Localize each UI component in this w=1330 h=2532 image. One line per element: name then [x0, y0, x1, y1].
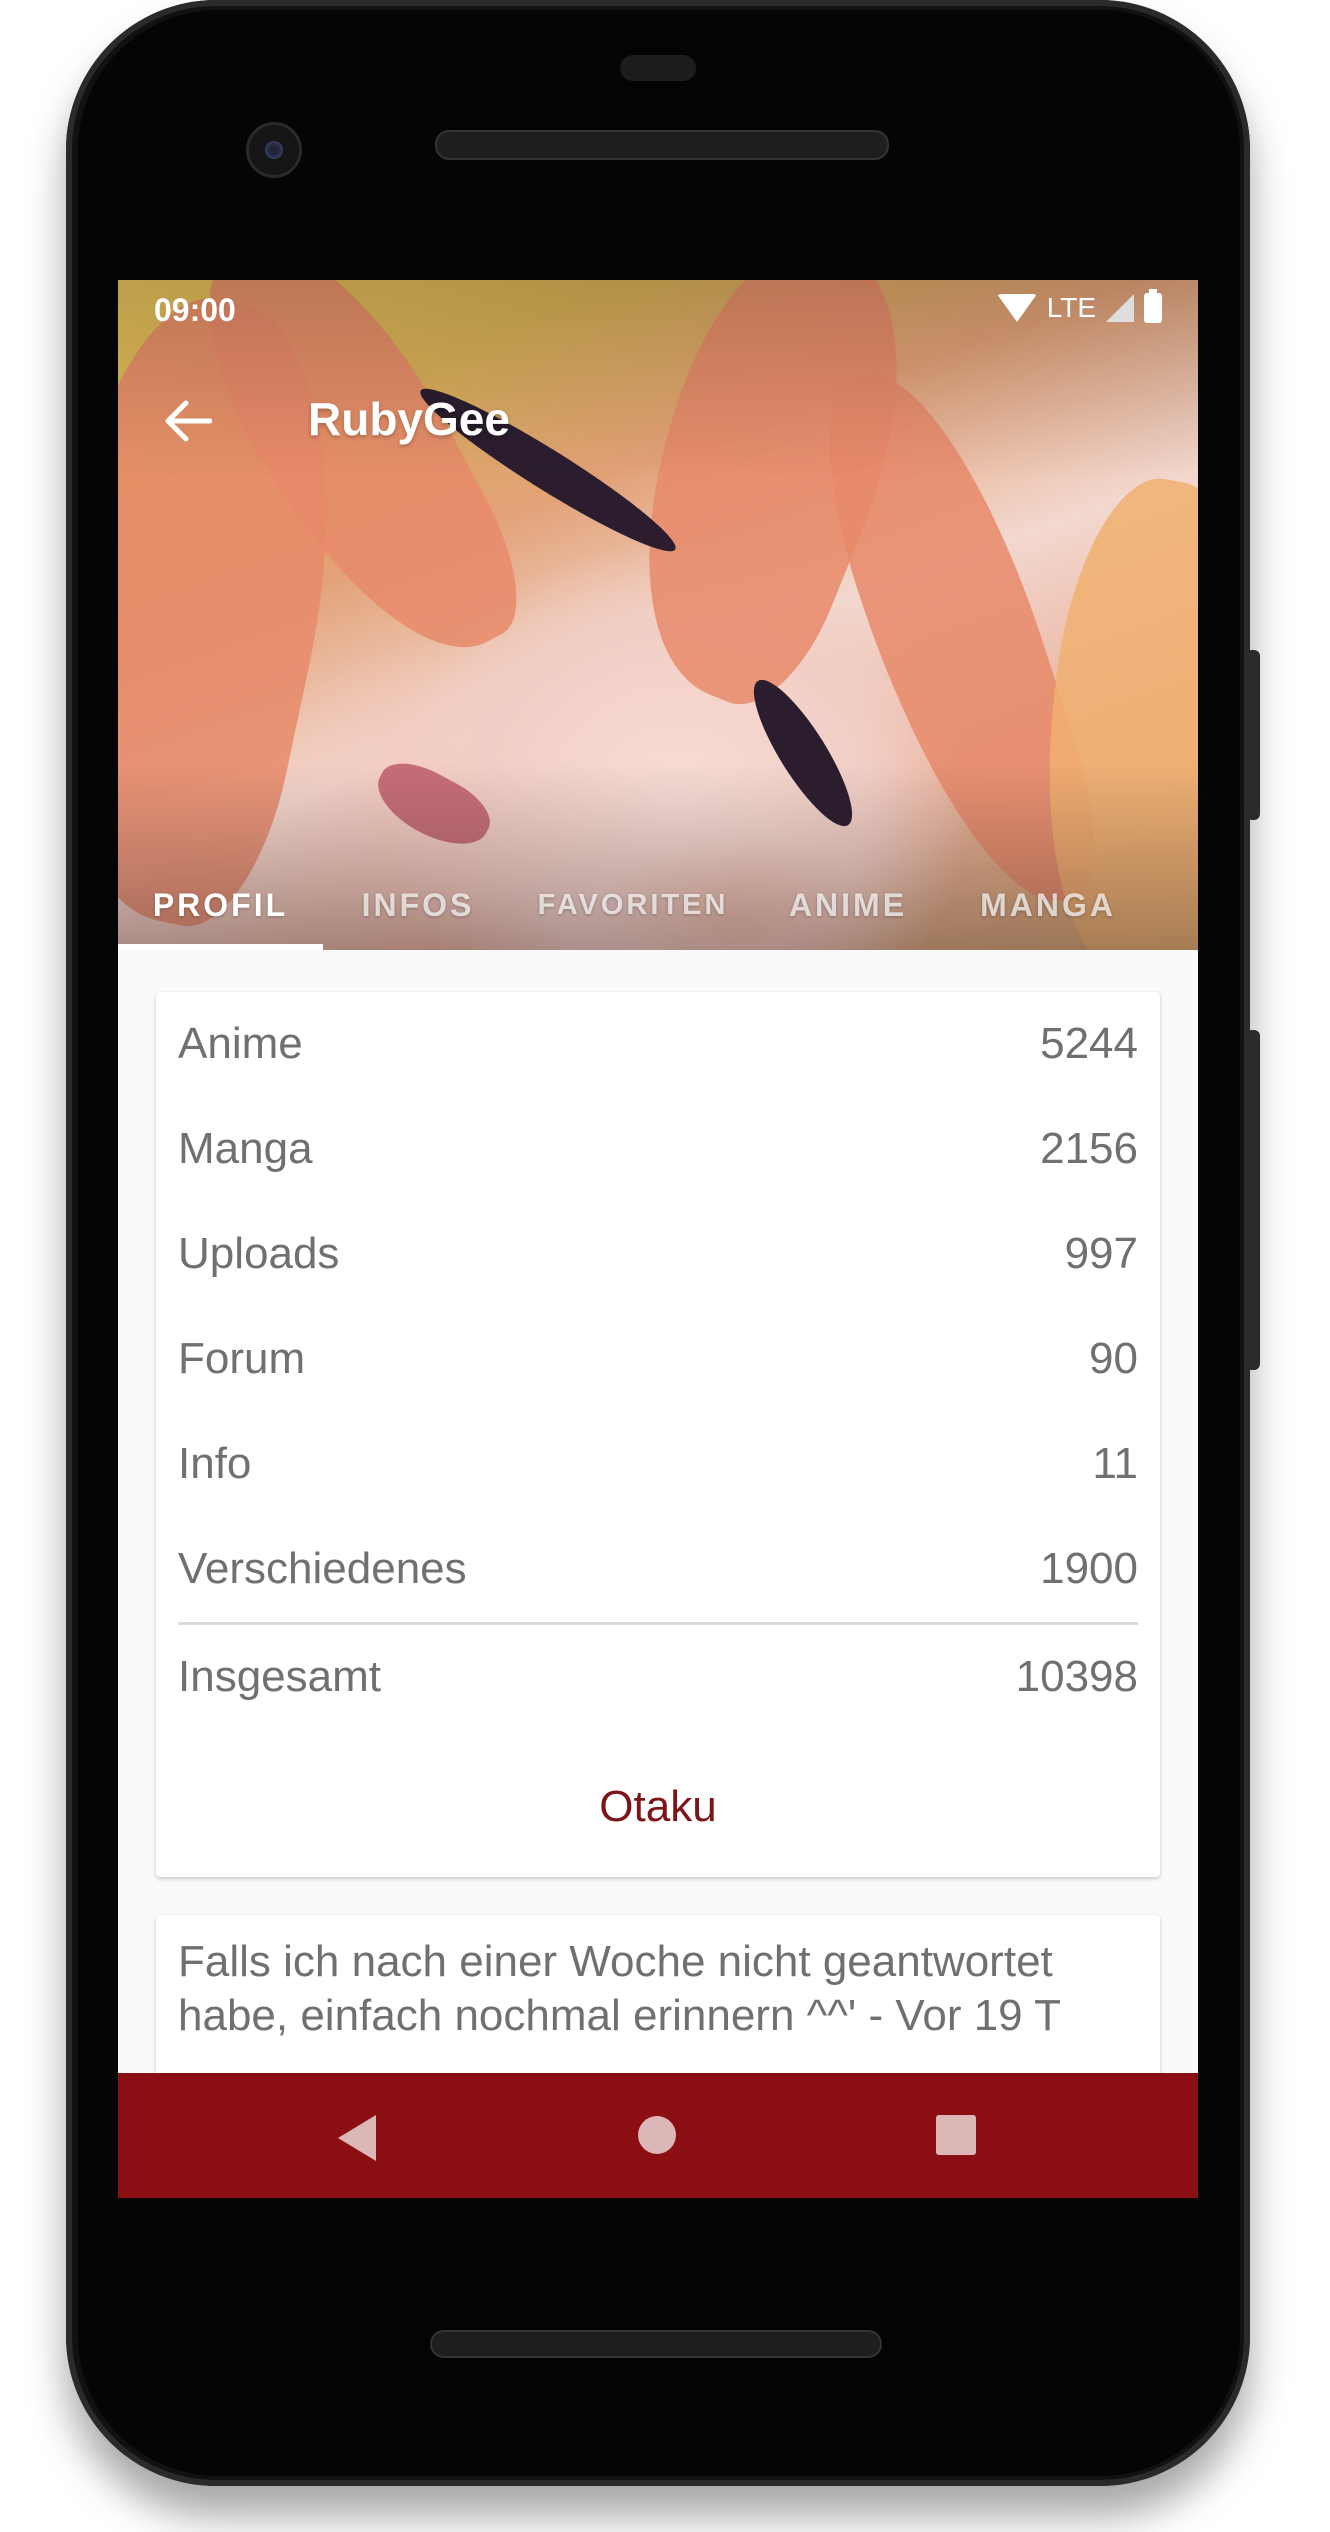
stat-total-row: Insgesamt 10398	[178, 1637, 1138, 1717]
power-button	[1246, 650, 1260, 820]
nav-home-icon[interactable]	[638, 2116, 676, 2154]
tab-bar: PROFIL INFOS FAVORITEN ANIME MANGA	[118, 860, 1198, 950]
front-camera	[246, 122, 302, 178]
stat-value: 1900	[1040, 1544, 1138, 1593]
stat-row: Forum 90	[178, 1319, 1138, 1399]
status-icons: LTE	[996, 289, 1162, 324]
network-type: LTE	[1046, 292, 1096, 323]
top-speaker	[435, 130, 889, 160]
stat-label: Manga	[178, 1124, 313, 1173]
profile-content: Anime 5244 Manga 2156 Uploads 997 Forum …	[118, 950, 1198, 2135]
page-title: RubyGee	[308, 393, 510, 445]
status-message: Falls ich nach einer Woche nicht geantwo…	[178, 1937, 1061, 2040]
tab-manga[interactable]: MANGA	[943, 860, 1153, 950]
stat-row: Anime 5244	[178, 1004, 1138, 1084]
signal-icon	[1106, 294, 1134, 322]
stat-label: Uploads	[178, 1229, 340, 1278]
tab-infos[interactable]: INFOS	[323, 860, 513, 950]
stats-card: Anime 5244 Manga 2156 Uploads 997 Forum …	[156, 992, 1160, 1877]
nav-back-icon[interactable]	[338, 2115, 376, 2161]
status-time: 09:00	[154, 292, 236, 328]
navigation-bar	[118, 2073, 1198, 2198]
bottom-speaker	[430, 2330, 882, 2358]
status-bar: 09:00 LTE	[118, 280, 1198, 346]
tab-favoriten[interactable]: FAVORITEN	[513, 860, 753, 950]
earpiece	[620, 55, 696, 81]
stat-label: Info	[178, 1439, 252, 1488]
stat-value: 2156	[1040, 1124, 1138, 1173]
stat-label: Anime	[178, 1019, 303, 1068]
toolbar: RubyGee	[118, 346, 1198, 496]
stat-value: 11	[1092, 1439, 1138, 1488]
divider	[178, 1622, 1138, 1625]
stat-row: Info 11	[178, 1424, 1138, 1504]
stat-value: 5244	[1040, 1019, 1138, 1068]
stat-value: 997	[1064, 1229, 1138, 1278]
stat-row: Manga 2156	[178, 1109, 1138, 1189]
profile-header-image: 09:00 LTE RubyGee PROFIL INFOS FAVORITEN…	[118, 280, 1198, 950]
stat-total-value: 10398	[1015, 1652, 1138, 1701]
back-arrow-icon[interactable]	[164, 398, 213, 444]
stat-row: Verschiedenes 1900	[178, 1529, 1138, 1609]
tab-profil[interactable]: PROFIL	[118, 860, 323, 950]
wifi-icon	[996, 294, 1037, 322]
tab-anime[interactable]: ANIME	[753, 860, 943, 950]
stat-label: Verschiedenes	[178, 1544, 467, 1593]
screen: 09:00 LTE RubyGee PROFIL INFOS FAVORITEN…	[118, 280, 1198, 2198]
stat-value: 90	[1089, 1334, 1138, 1383]
volume-button	[1246, 1030, 1260, 1370]
rank-link[interactable]: Otaku	[156, 1782, 1160, 1832]
battery-icon	[1144, 289, 1162, 323]
stat-label: Forum	[178, 1334, 306, 1383]
stat-row: Uploads 997	[178, 1214, 1138, 1294]
nav-recents-icon[interactable]	[936, 2115, 976, 2155]
stat-total-label: Insgesamt	[178, 1652, 381, 1701]
